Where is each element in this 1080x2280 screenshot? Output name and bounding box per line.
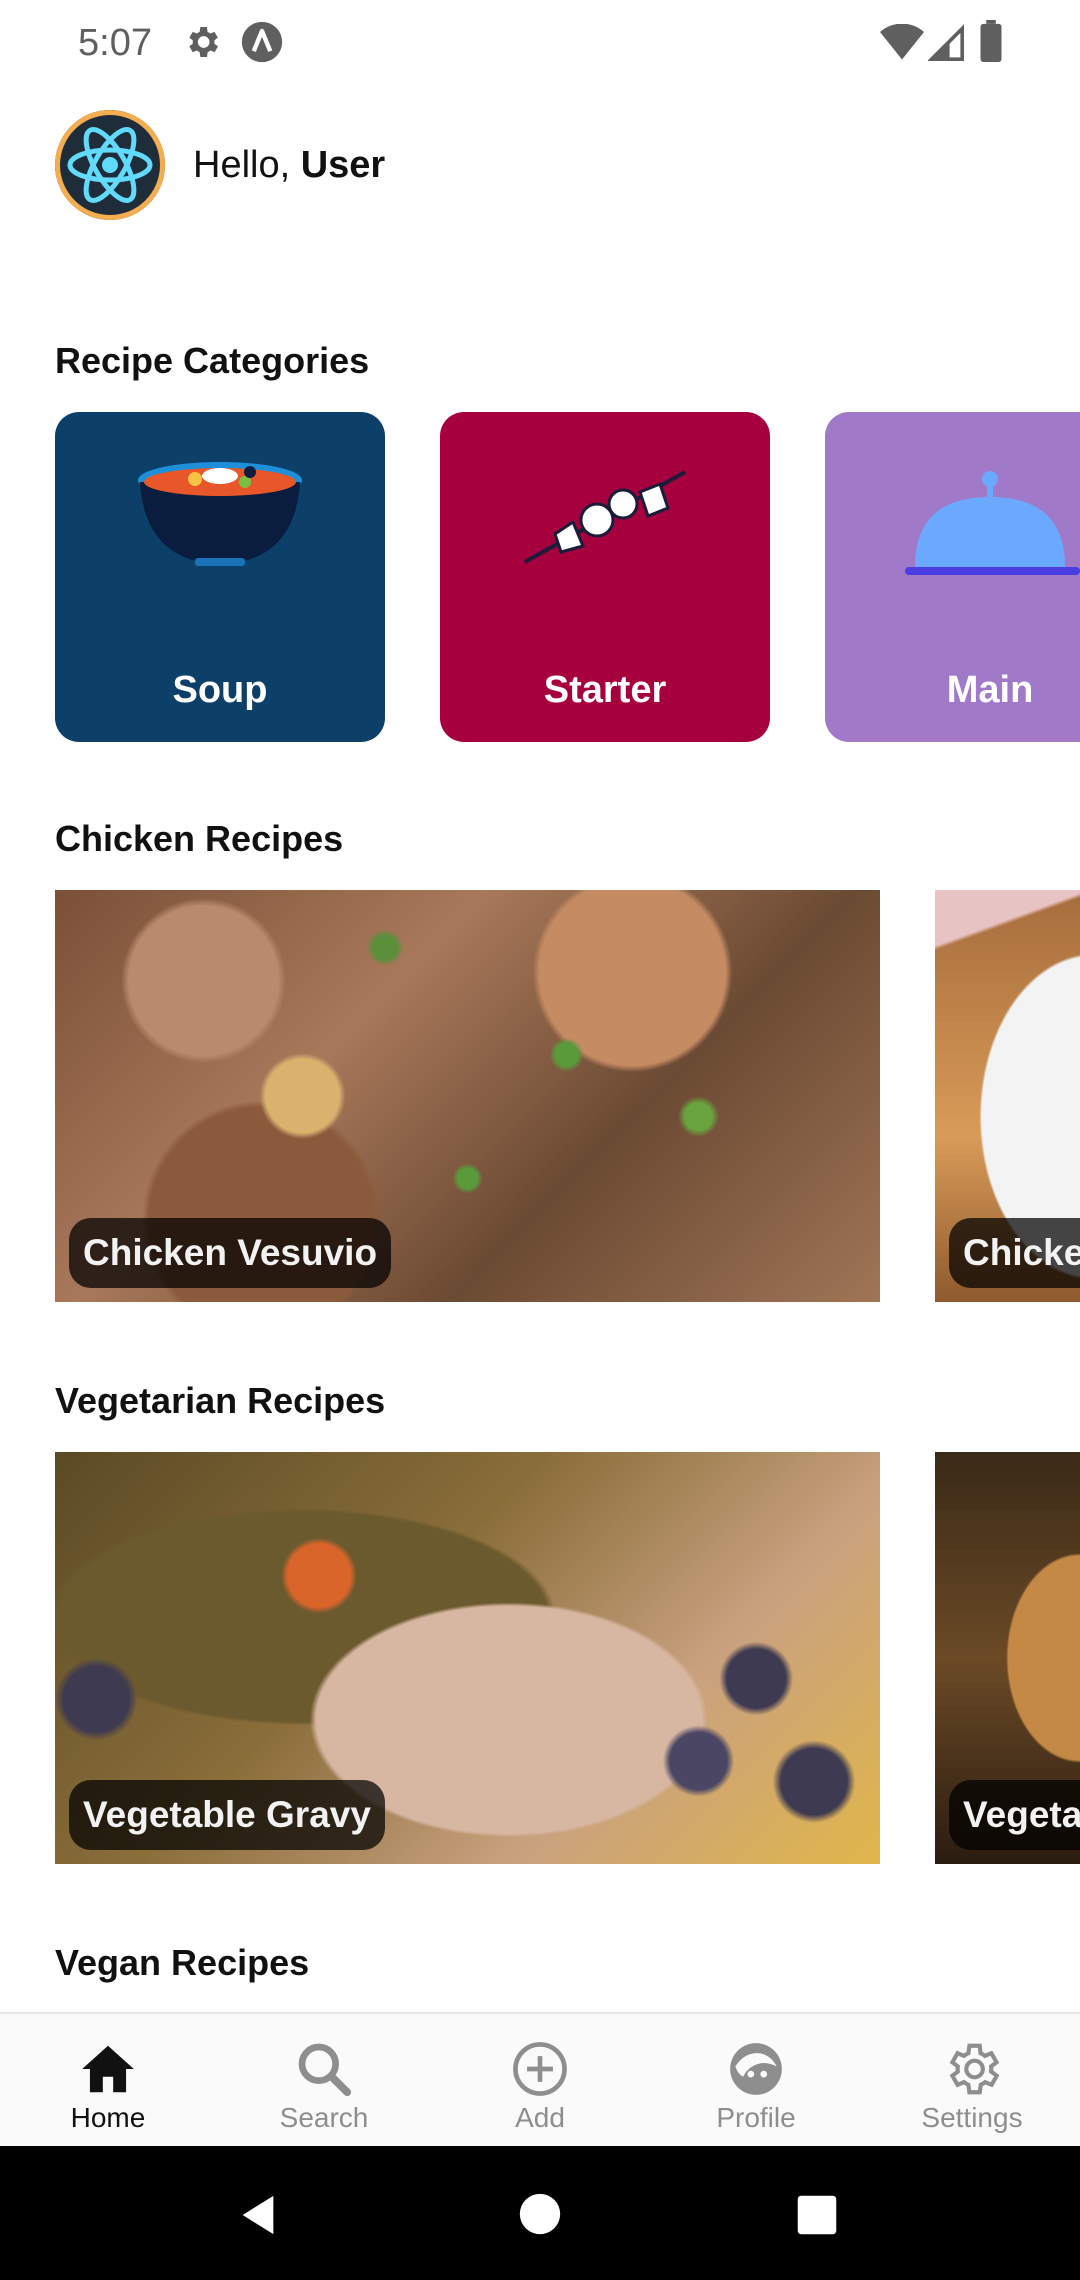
home-icon [82, 2045, 134, 2093]
react-logo-icon [67, 127, 153, 203]
recipe-card-chicken-2[interactable]: Chicke [935, 890, 1080, 1302]
greeting-text: Hello, [193, 144, 301, 186]
recipe-label: Vegetable Gravy [69, 1780, 385, 1850]
recipe-label: Chicke [949, 1218, 1080, 1288]
profile-icon [730, 2043, 782, 2095]
recipe-card-chicken-vesuvio[interactable]: Chicken Vesuvio [55, 890, 880, 1302]
signal-icon [928, 24, 964, 61]
back-icon[interactable] [235, 2192, 281, 2238]
category-card-main[interactable]: Main [825, 412, 1080, 742]
nav-add[interactable]: Add [432, 2014, 648, 2148]
search-icon [298, 2043, 352, 2097]
nav-settings[interactable]: Settings [864, 2014, 1080, 2148]
recipe-card-vegetable-gravy[interactable]: Vegetable Gravy [55, 1452, 880, 1864]
recipe-label: Vegeta [949, 1780, 1080, 1850]
greeting-username: User [300, 144, 386, 186]
recipe-label: Chicken Vesuvio [69, 1218, 392, 1288]
settings-status-icon [189, 27, 218, 57]
category-label: Main [946, 669, 1034, 711]
nav-add-label: Add [515, 2102, 565, 2133]
status-time: 5:07 [78, 22, 152, 64]
nav-search[interactable]: Search [216, 2014, 432, 2148]
avatar[interactable] [55, 110, 165, 220]
nav-search-label: Search [279, 2102, 369, 2133]
nav-profile[interactable]: Profile [648, 2014, 864, 2148]
section-title-vegetarian: Vegetarian Recipes [55, 1380, 386, 1421]
category-card-starter[interactable]: Starter [440, 412, 770, 742]
nav-home-label: Home [70, 2102, 146, 2133]
add-circle-icon [513, 2042, 567, 2096]
system-navigation-bar [0, 2146, 1080, 2280]
cloche-icon [905, 471, 1080, 575]
skewer-icon [524, 470, 686, 564]
status-bar: 5:07 [0, 0, 1080, 84]
category-label: Starter [543, 669, 667, 711]
category-card-soup[interactable]: Soup [55, 412, 385, 742]
section-title-vegan: Vegan Recipes [55, 1942, 310, 1983]
section-title-categories: Recipe Categories [55, 340, 370, 381]
nav-profile-label: Profile [716, 2102, 796, 2133]
battery-icon [980, 20, 1002, 62]
app-status-icon [241, 21, 283, 63]
nav-home[interactable]: Home [0, 2014, 216, 2148]
category-label: Soup [172, 669, 268, 711]
greeting: Hello, User [193, 144, 385, 187]
home-circle-icon[interactable] [518, 2192, 562, 2236]
recents-icon[interactable] [796, 2194, 838, 2236]
bottom-navigation: Home Search Add Profile Settings [0, 2012, 1080, 2148]
wifi-icon [880, 24, 924, 60]
recipe-card-vegetarian-2[interactable]: Vegeta [935, 1452, 1080, 1864]
soup-bowl-icon [138, 462, 302, 566]
gear-icon [949, 2043, 1000, 2095]
section-title-chicken: Chicken Recipes [55, 818, 344, 859]
nav-settings-label: Settings [921, 2102, 1023, 2133]
